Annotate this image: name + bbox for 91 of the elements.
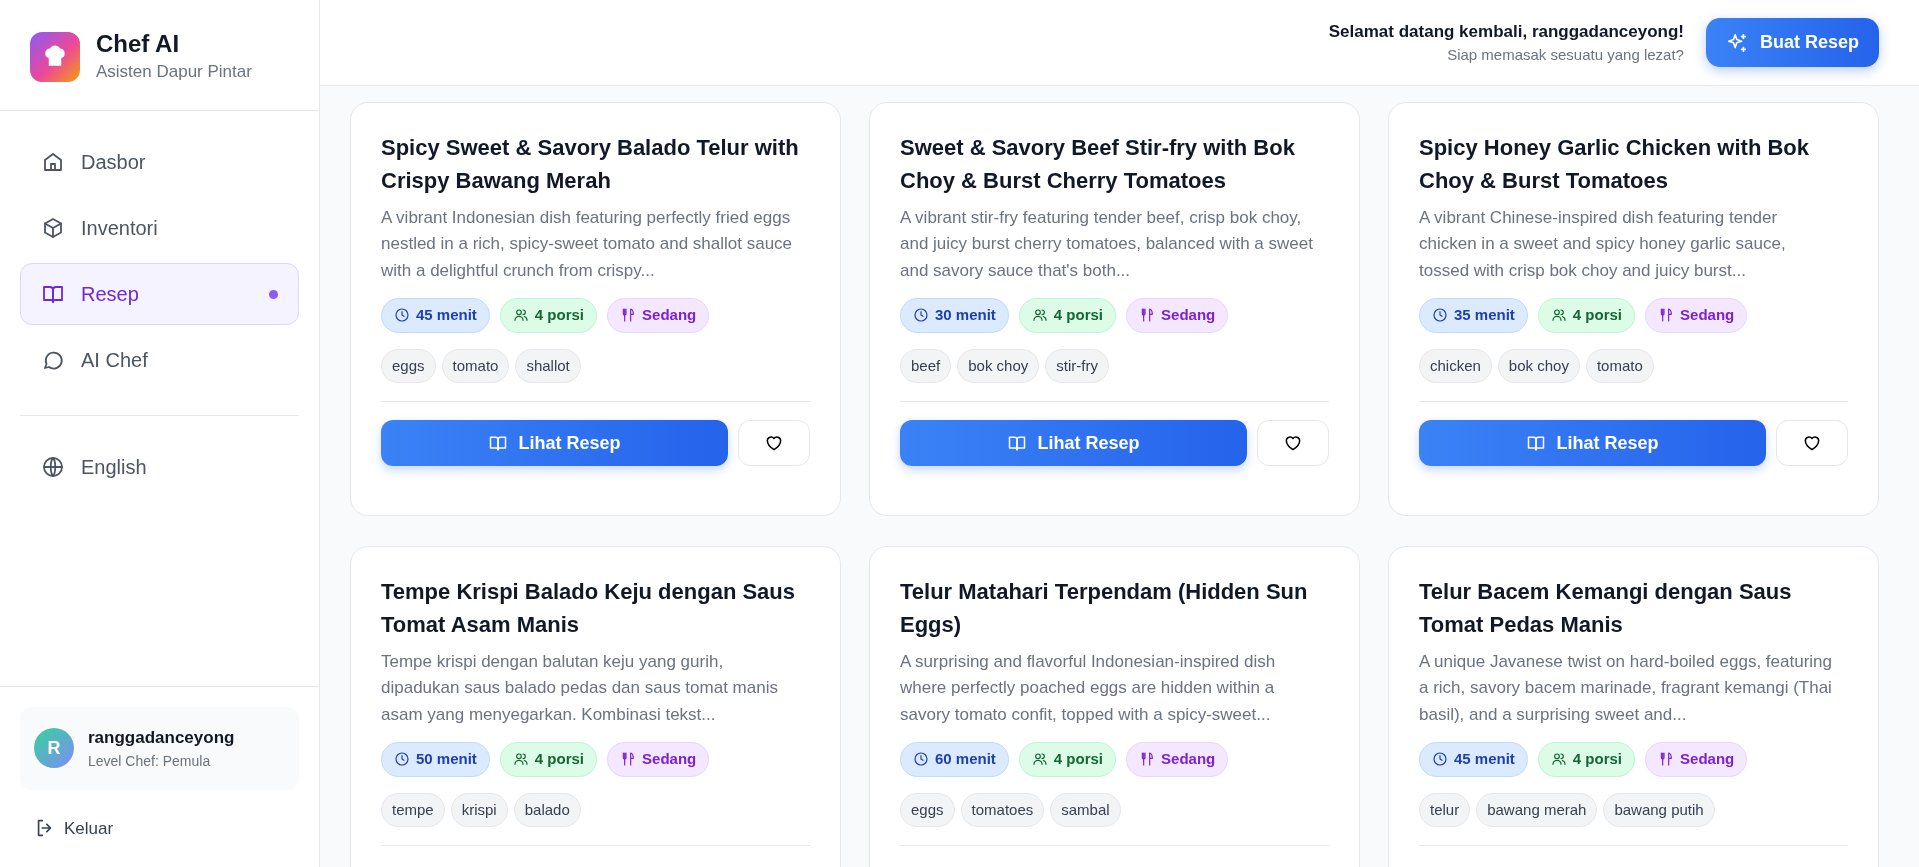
servings-pill: 4 porsi — [1537, 298, 1636, 333]
ingredient-tag: eggs — [381, 348, 436, 384]
ingredient-tag: bok choy — [957, 348, 1040, 384]
time-pill: 60 menit — [900, 742, 1009, 777]
ingredient-tag: beef — [900, 348, 952, 384]
ingredient-tag: balado — [513, 792, 581, 828]
people-icon — [1031, 751, 1048, 768]
user-avatar: R — [34, 728, 74, 769]
difficulty-pill: Sedang — [1126, 298, 1229, 333]
ingredient-tag: eggs — [900, 792, 955, 828]
servings-pill: 4 porsi — [1537, 742, 1636, 777]
favorite-button[interactable] — [738, 420, 810, 467]
create-recipe-button[interactable]: Buat Resep — [1705, 18, 1879, 67]
difficulty-pill: Sedang — [1126, 742, 1229, 777]
recipe-title: Sweet & Savory Beef Stir-fry with Bok Choy & Burst Cherry Tomatoes — [900, 134, 1296, 195]
ingredient-tag: sambal — [1050, 792, 1121, 828]
logout-link[interactable]: Keluar — [34, 815, 114, 841]
ingredient-tag: tomato — [441, 348, 510, 384]
clock-icon — [1432, 307, 1448, 324]
utensils-icon — [620, 307, 637, 324]
ingredient-tag: bawang merah — [1476, 792, 1598, 828]
servings-pill: 4 porsi — [1018, 298, 1117, 333]
ingredient-tag: stir-fry — [1045, 348, 1109, 384]
active-dot — [269, 289, 278, 299]
people-icon — [512, 307, 529, 324]
people-icon — [1550, 751, 1567, 768]
recipe-title: Spicy Honey Garlic Chicken with Bok Choy & Burst Tomatoes — [1419, 134, 1810, 195]
view-recipe-button[interactable]: Lihat Resep — [381, 420, 728, 467]
user-name: ranggadanceyong — [88, 727, 235, 749]
time-pill: 35 menit — [1419, 298, 1528, 333]
app-title: Chef AI — [96, 30, 181, 59]
difficulty-pill: Sedang — [607, 742, 710, 777]
recipe-title: Telur Matahari Terpendam (Hidden Sun Eggs) — [900, 578, 1309, 639]
time-pill: 30 menit — [900, 298, 1009, 333]
recipe-title: Tempe Krispi Balado Keju dengan Saus Tomat Asam Manis — [381, 578, 796, 639]
app-subtitle: Asisten Dapur Pintar — [96, 60, 252, 83]
servings-pill: 4 porsi — [499, 298, 598, 333]
servings-pill: 4 porsi — [1018, 742, 1117, 777]
ingredient-tag: shallot — [515, 348, 581, 384]
view-recipe-button[interactable]: Lihat Resep — [900, 420, 1247, 467]
recipe-description: Tempe krispi dengan balutan keju yang gurih, dipadukan saus balado pedas dan saus tomat manis asam yang menyegarkan. Kombinasi tekst... — [381, 651, 779, 726]
utensils-icon — [620, 751, 637, 768]
time-pill: 45 menit — [1419, 742, 1528, 777]
welcome-text: Selamat datang kembali, ranggadanceyong! — [1328, 20, 1684, 43]
logo-icon — [30, 32, 80, 83]
recipe-description: A vibrant Chinese-inspired dish featuring tender chicken in a sweet and spicy honey garlic sauce, tossed with crisp bok choy and juicy burst... — [1419, 207, 1787, 282]
favorite-button[interactable] — [1776, 420, 1848, 467]
clock-icon — [1432, 751, 1448, 768]
utensils-icon — [1139, 751, 1156, 768]
people-icon — [1031, 307, 1048, 324]
sidebar-nav-item[interactable]: Resep — [20, 263, 299, 326]
view-recipe-button[interactable]: Lihat Resep — [1419, 420, 1766, 467]
sidebar-nav-item[interactable]: Inventori — [20, 197, 299, 260]
user-level: Level Chef: Pemula — [88, 751, 212, 771]
people-icon — [1550, 307, 1567, 324]
ingredient-tag: bok choy — [1497, 348, 1580, 384]
welcome-subtitle: Siap memasak sesuatu yang lezat? — [1446, 45, 1684, 65]
sidebar-nav-item[interactable]: AI Chef — [20, 329, 299, 392]
ingredient-tag: telur — [1419, 792, 1471, 828]
ingredient-tag: krispi — [450, 792, 508, 828]
utensils-icon — [1139, 307, 1156, 324]
favorite-button[interactable] — [1257, 420, 1329, 467]
clock-icon — [913, 751, 929, 768]
clock-icon — [913, 307, 929, 324]
recipe-description: A vibrant Indonesian dish featuring perfectly fried eggs nestled in a rich, spicy-sweet tomato and shallot sauce with a delightful crunch from crispy... — [381, 207, 794, 282]
difficulty-pill: Sedang — [1645, 298, 1748, 333]
people-icon — [512, 751, 529, 768]
recipe-description: A surprising and flavorful Indonesian-inspired dish where perfectly poached eggs are hidden within a savory tomato confit, topped with a spicy-sweet... — [900, 651, 1277, 726]
ingredient-tag: tempe — [381, 792, 445, 828]
recipe-description: A vibrant stir-fry featuring tender beef, crisp bok choy, and juicy burst cherry tomatoes, balanced with a sweet and savory sauce that's both... — [900, 207, 1314, 282]
globe-icon — [41, 455, 65, 480]
utensils-icon — [1658, 751, 1675, 768]
recipe-title: Telur Bacem Kemangi dengan Saus Tomat Pedas Manis — [1419, 578, 1793, 639]
time-pill: 45 menit — [381, 298, 490, 333]
clock-icon — [394, 751, 410, 768]
cube-icon — [41, 216, 65, 241]
utensils-icon — [1658, 307, 1675, 324]
difficulty-pill: Sedang — [607, 298, 710, 333]
ingredient-tag: bawang putih — [1603, 792, 1715, 828]
ingredient-tag: chicken — [1419, 348, 1492, 384]
ingredient-tag: tomatoes — [960, 792, 1045, 828]
recipe-description: A unique Javanese twist on hard-boiled eggs, featuring a rich, savory bacem marinade, fragrant kemangi (Thai basil), and a surprising sweet and... — [1419, 651, 1833, 726]
language-switch[interactable]: English — [20, 436, 299, 499]
servings-pill: 4 porsi — [499, 742, 598, 777]
sparkle-icon — [1725, 31, 1748, 54]
ingredient-tag: tomato — [1585, 348, 1654, 384]
clock-icon — [394, 307, 410, 324]
sidebar-nav-item[interactable]: Dasbor — [20, 131, 299, 194]
time-pill: 50 menit — [381, 742, 490, 777]
difficulty-pill: Sedang — [1645, 742, 1748, 777]
recipe-title: Spicy Sweet & Savory Balado Telur with Crispy Bawang Merah — [381, 134, 800, 195]
